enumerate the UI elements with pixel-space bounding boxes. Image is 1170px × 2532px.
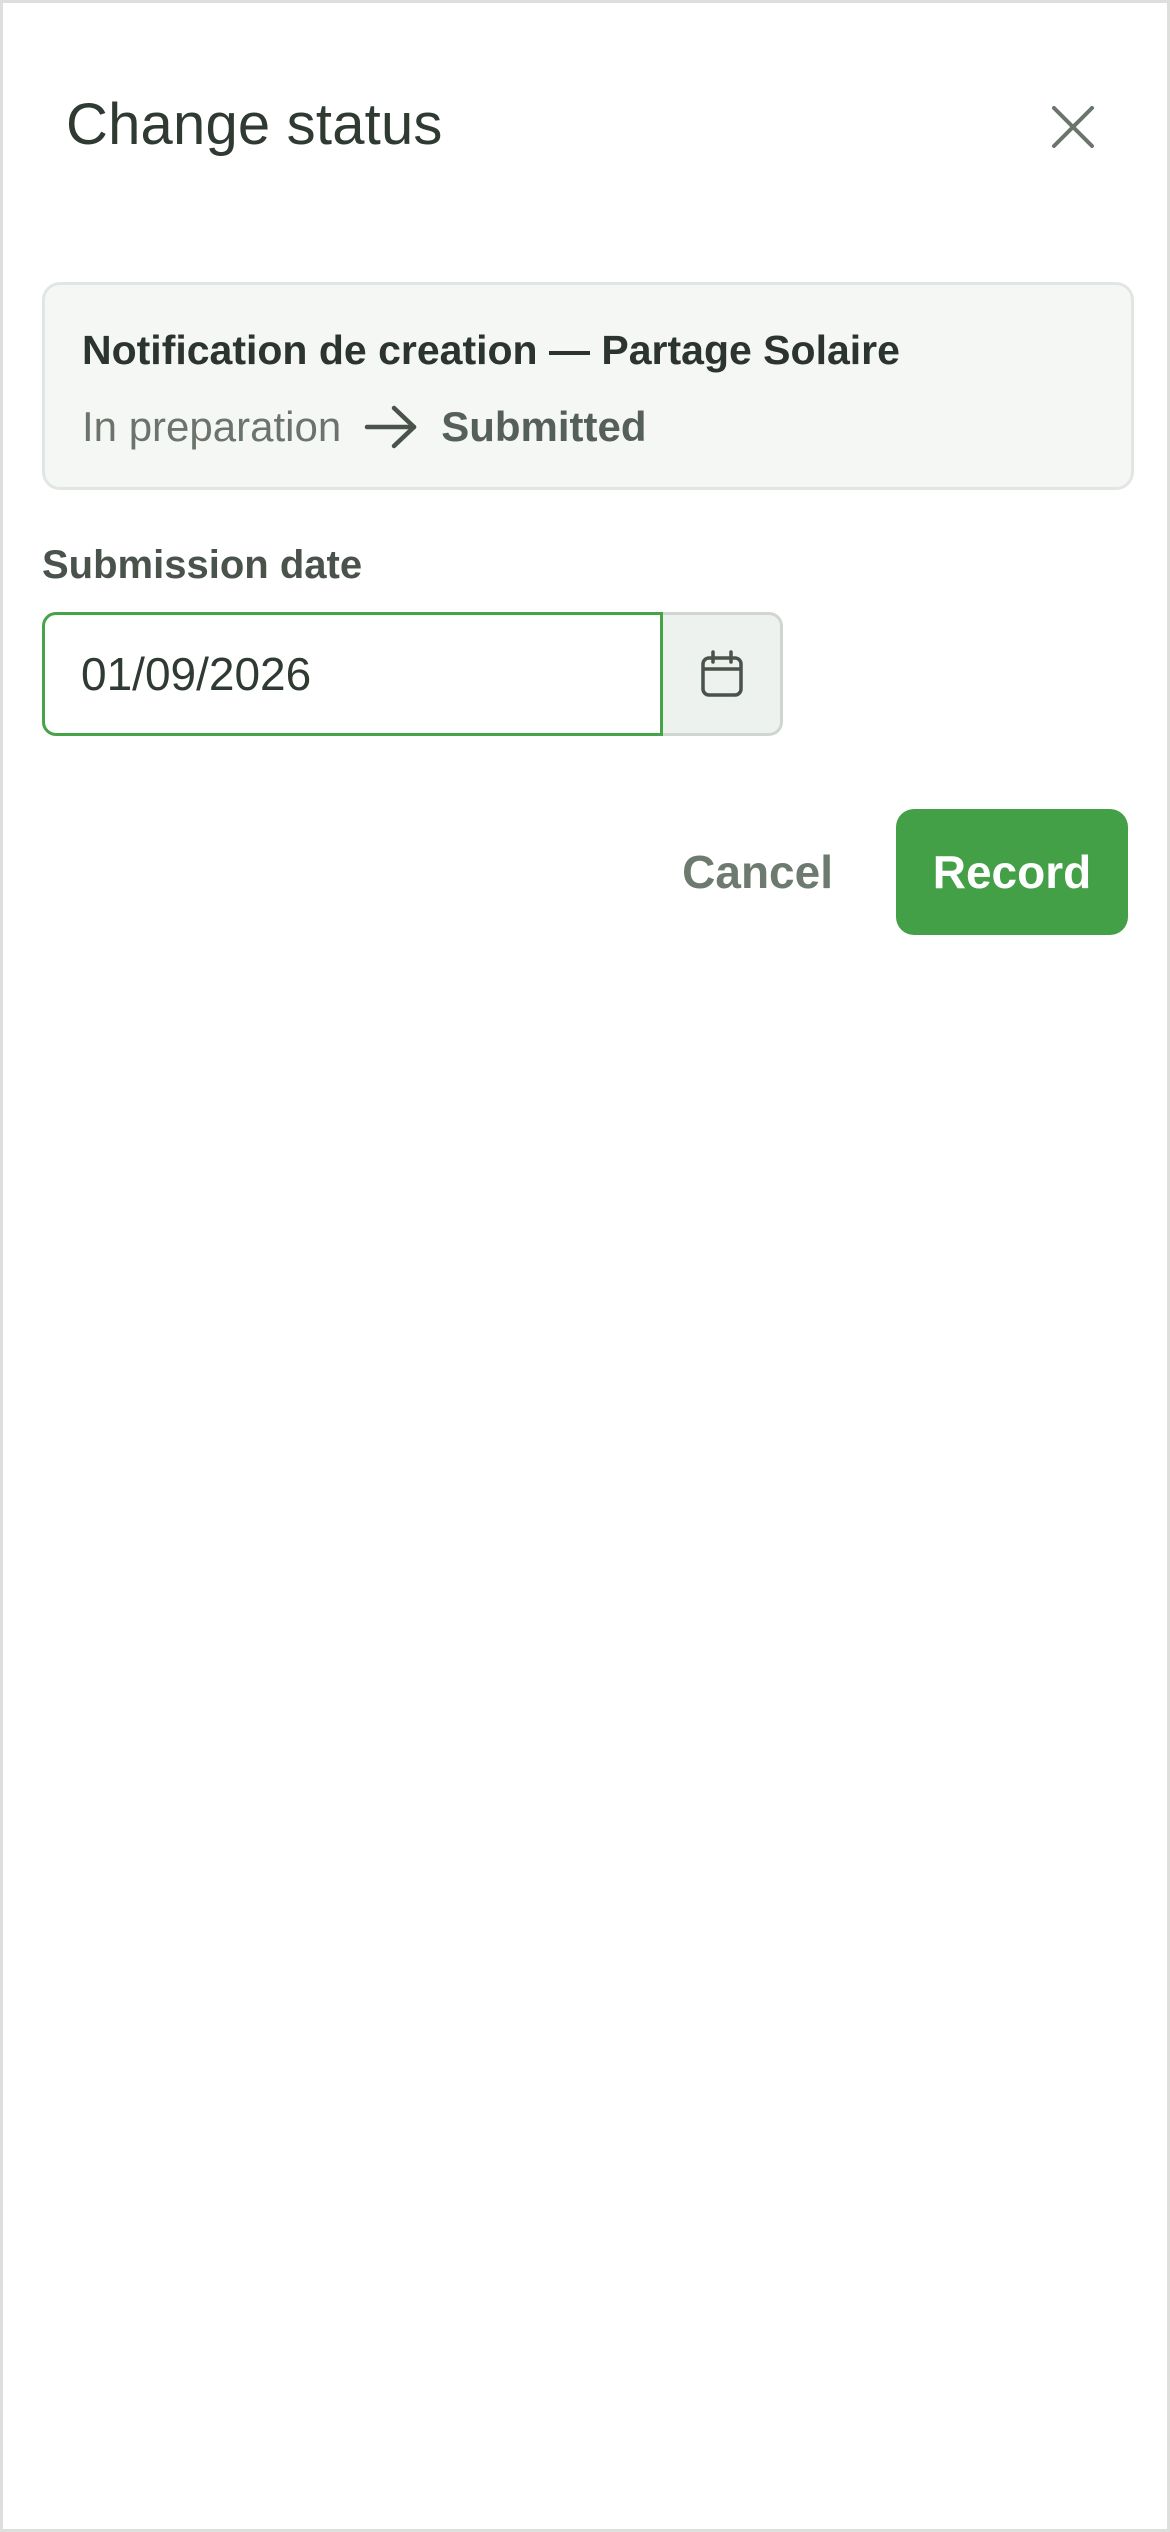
to-status: Submitted [441, 403, 647, 450]
arrow-right-icon [363, 399, 419, 455]
status-transition: In preparation Submitted [82, 399, 647, 455]
calendar-button[interactable] [663, 612, 783, 736]
dialog-actions: Cancel Record [652, 809, 1128, 935]
submission-date-input[interactable] [42, 612, 663, 736]
record-button[interactable]: Record [896, 809, 1128, 935]
cancel-button[interactable]: Cancel [652, 809, 863, 935]
status-summary-card: Notification de creation — Partage Solai… [42, 282, 1134, 490]
calendar-icon [700, 650, 743, 697]
item-title: Notification de creation — Partage Solai… [82, 327, 900, 373]
dialog-title: Change status [66, 92, 443, 157]
dialog-header: Change status [63, 73, 1113, 183]
close-icon [1052, 106, 1094, 148]
from-status: In preparation [82, 403, 342, 450]
close-button[interactable] [1033, 87, 1113, 167]
change-status-dialog: Change status Notification de creation —… [0, 0, 1170, 2532]
submission-date-group [42, 612, 783, 736]
submission-date-label: Submission date [42, 543, 363, 587]
